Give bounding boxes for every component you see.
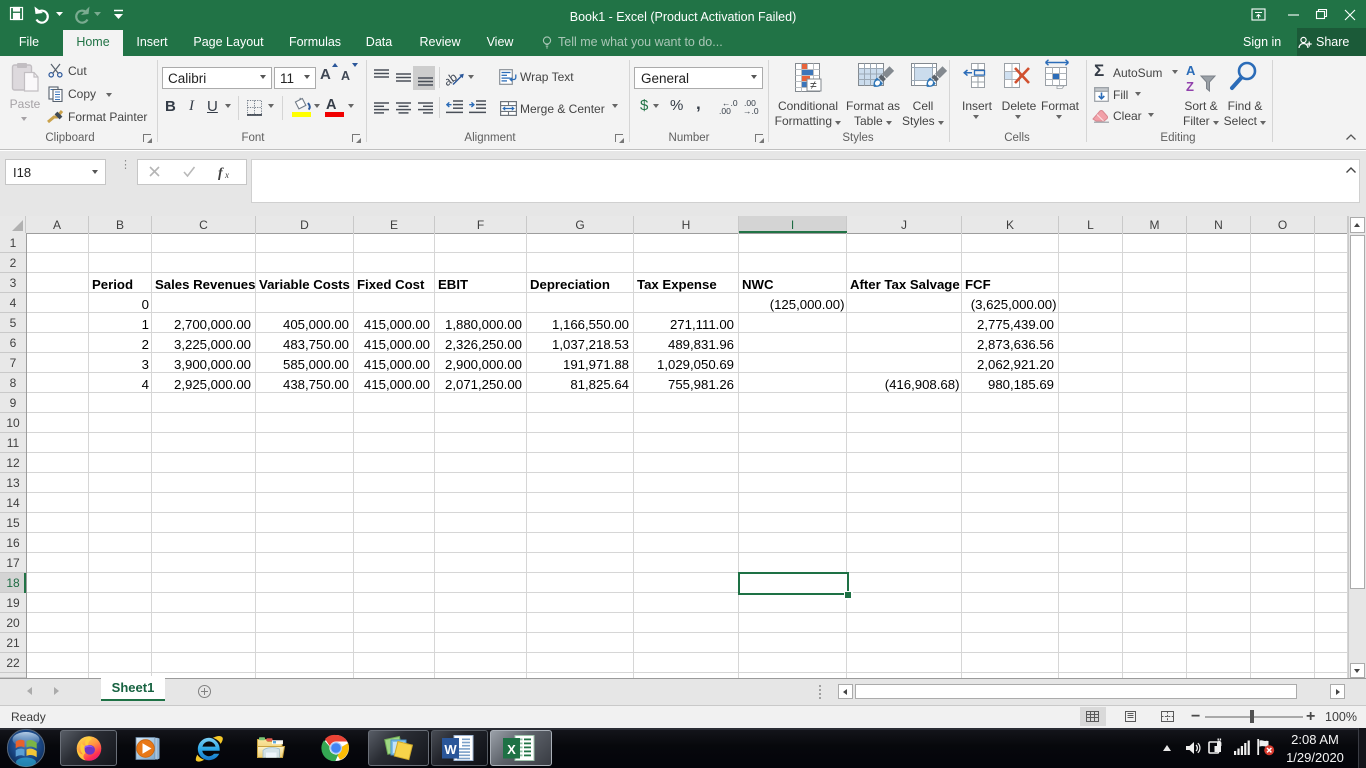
svg-text:.00: .00 <box>719 106 731 115</box>
svg-text:≠: ≠ <box>810 78 817 92</box>
svg-text:X: X <box>507 742 516 757</box>
svg-text:A: A <box>1186 63 1196 78</box>
svg-text:Z: Z <box>1186 79 1194 94</box>
svg-text:W: W <box>444 742 457 757</box>
svg-text:→.0: →.0 <box>743 106 759 115</box>
svg-text:x: x <box>224 170 229 180</box>
svg-text:f: f <box>218 166 224 180</box>
